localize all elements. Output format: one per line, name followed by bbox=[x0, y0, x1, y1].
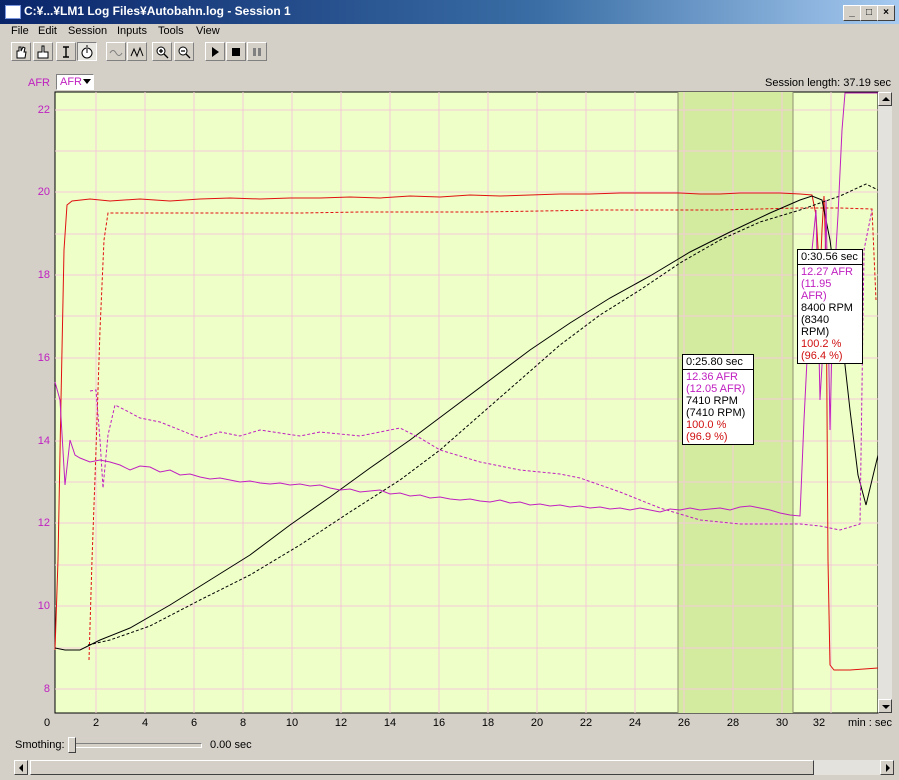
x-tick-label: 14 bbox=[383, 717, 397, 729]
y-tick-label: 12 bbox=[37, 517, 50, 529]
y-tick-label: 20 bbox=[37, 186, 50, 198]
readout-rpm: 7410 RPM bbox=[686, 395, 738, 407]
y-tick-label: 18 bbox=[37, 269, 50, 281]
chevron-left-icon bbox=[19, 764, 23, 772]
x-tick-label: 22 bbox=[579, 717, 593, 729]
cursor-readout-1: 0:25.80 sec 12.36 AFR (12.05 AFR) 7410 R… bbox=[682, 354, 754, 445]
smoothing-slider-track[interactable] bbox=[72, 743, 202, 748]
x-tick-label: 20 bbox=[530, 717, 544, 729]
readout-afr: 12.27 AFR bbox=[801, 266, 853, 278]
readout-pct: 100.0 % bbox=[686, 419, 727, 431]
x-tick-label: 16 bbox=[432, 717, 446, 729]
readout-time: 0:25.80 sec bbox=[683, 356, 753, 370]
scroll-down-button[interactable] bbox=[878, 699, 892, 713]
smoothing-value: 0.00 sec bbox=[210, 739, 252, 751]
x-tick-label: 32 bbox=[812, 717, 826, 729]
readout-time: 0:30.56 sec bbox=[798, 251, 862, 265]
readout-afr-ref: (11.95 AFR) bbox=[801, 278, 832, 302]
readout-pct: 100.2 % bbox=[801, 338, 842, 350]
y-tick-label: 22 bbox=[37, 104, 50, 116]
smoothing-slider-thumb[interactable] bbox=[68, 737, 76, 753]
x-tick-label: 24 bbox=[628, 717, 642, 729]
x-tick-label: 8 bbox=[239, 717, 247, 729]
readout-afr: 12.36 AFR bbox=[686, 371, 738, 383]
y-tick-label: 14 bbox=[37, 435, 50, 447]
horizontal-scrollbar[interactable] bbox=[14, 760, 894, 775]
x-tick-label: 0 bbox=[43, 717, 51, 729]
smoothing-label: Smothing: bbox=[15, 739, 65, 751]
x-tick-label: 28 bbox=[726, 717, 740, 729]
scroll-thumb[interactable] bbox=[30, 760, 814, 775]
vertical-scrollbar[interactable] bbox=[878, 92, 892, 713]
scroll-left-button[interactable] bbox=[14, 760, 28, 775]
readout-rpm-ref: (7410 RPM) bbox=[686, 407, 746, 419]
chevron-right-icon bbox=[886, 764, 890, 772]
x-tick-label: 6 bbox=[190, 717, 198, 729]
log-chart[interactable] bbox=[0, 0, 899, 780]
x-tick-label: 12 bbox=[334, 717, 348, 729]
cursor-readout-2: 0:30.56 sec 12.27 AFR (11.95 AFR) 8400 R… bbox=[797, 249, 863, 364]
x-axis-unit: min : sec bbox=[848, 717, 893, 729]
readout-rpm-ref: (8340 RPM) bbox=[801, 314, 830, 338]
y-tick-label: 8 bbox=[43, 683, 50, 695]
readout-pct-ref: (96.9 %) bbox=[686, 431, 728, 443]
scroll-up-button[interactable] bbox=[878, 92, 892, 106]
y-tick-label: 10 bbox=[37, 600, 50, 612]
x-tick-label: 18 bbox=[481, 717, 495, 729]
chevron-down-icon bbox=[882, 705, 890, 709]
x-tick-label: 30 bbox=[775, 717, 789, 729]
x-tick-label: 10 bbox=[285, 717, 299, 729]
readout-pct-ref: (96.4 %) bbox=[801, 350, 843, 362]
chevron-up-icon bbox=[882, 97, 890, 101]
readout-rpm: 8400 RPM bbox=[801, 302, 853, 314]
x-tick-label: 26 bbox=[677, 717, 691, 729]
x-tick-label: 4 bbox=[141, 717, 149, 729]
y-tick-label: 16 bbox=[37, 352, 50, 364]
x-tick-label: 2 bbox=[92, 717, 100, 729]
scroll-right-button[interactable] bbox=[880, 760, 894, 775]
readout-afr-ref: (12.05 AFR) bbox=[686, 383, 746, 395]
